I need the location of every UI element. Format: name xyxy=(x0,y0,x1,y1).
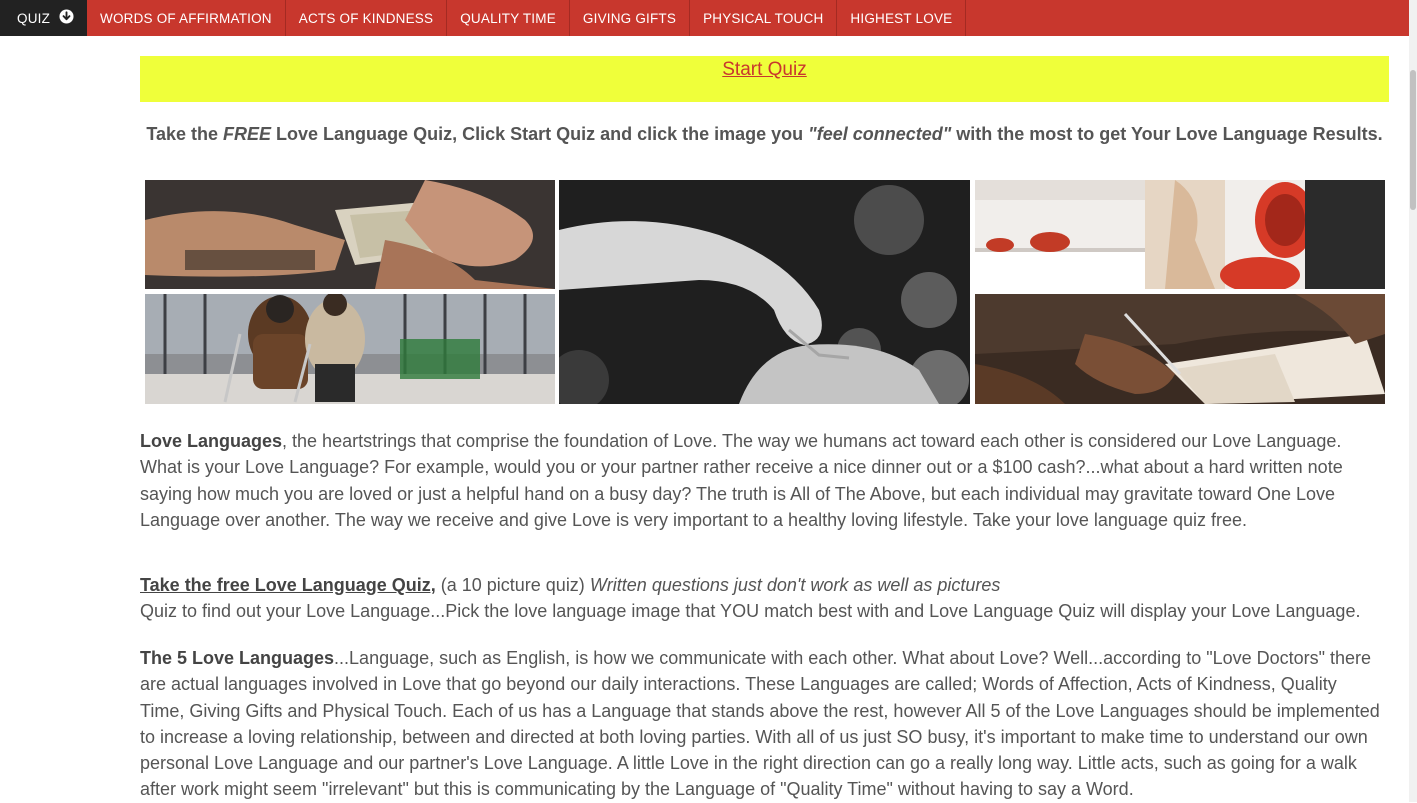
quiz-intro: Take the FREE Love Language Quiz, Click … xyxy=(140,124,1389,145)
paragraph-text: ...Language, such as English, is how we … xyxy=(140,648,1380,800)
nav-item-label: ACTS OF KINDNESS xyxy=(298,10,434,26)
nav-item-label: QUIZ xyxy=(17,10,51,26)
cooking-together-photo xyxy=(975,180,1385,289)
intro-text: Love Language Quiz, Click Start Quiz and… xyxy=(271,124,809,144)
nav-item-quality-time[interactable]: QUALITY TIME xyxy=(447,0,570,36)
nav-item-label: PHYSICAL TOUCH xyxy=(703,10,824,26)
nav-item-highest-love[interactable]: HIGHEST LOVE xyxy=(837,0,967,36)
paragraph-text: Quiz to find out your Love Language...Pi… xyxy=(140,601,1361,622)
take-free-quiz-link[interactable]: Take the free Love Language Quiz, xyxy=(140,575,436,595)
intro-text: with the most to get Your Love Language … xyxy=(951,124,1383,144)
paragraph-italic: Written questions just don't work as wel… xyxy=(589,575,1001,595)
five-love-languages-heading: The 5 Love Languages xyxy=(140,648,335,668)
intro-feel-connected: "feel connected" xyxy=(808,124,952,144)
top-nav: QUIZ WORDS OF AFFIRMATION ACTS OF KINDNE… xyxy=(0,0,1409,36)
intro-free: FREE xyxy=(223,124,272,144)
start-quiz-banner: Start Quiz xyxy=(140,56,1389,102)
nav-item-giving-gifts[interactable]: GIVING GIFTS xyxy=(570,0,691,36)
scrollbar-thumb[interactable] xyxy=(1410,70,1416,210)
nav-item-words-of-affirmation[interactable]: WORDS OF AFFIRMATION xyxy=(87,0,286,36)
love-languages-paragraph: Love Languages, the heartstrings that co… xyxy=(140,428,1380,533)
touching-hands-photo xyxy=(559,180,970,404)
nav-item-quiz[interactable]: QUIZ xyxy=(0,0,87,36)
circle-arrow-down-icon xyxy=(59,9,74,24)
nav-item-physical-touch[interactable]: PHYSICAL TOUCH xyxy=(690,0,838,36)
nav-item-label: HIGHEST LOVE xyxy=(850,10,953,26)
intro-text: Take the xyxy=(146,124,224,144)
page-scrollbar[interactable] xyxy=(1409,0,1417,802)
free-quiz-paragraph: Take the free Love Language Quiz, (a 10 … xyxy=(140,572,1380,625)
five-love-languages-paragraph: The 5 Love Languages...Language, such as… xyxy=(140,645,1380,803)
helping-man-on-crutches-photo xyxy=(145,294,555,404)
money-in-hands-photo xyxy=(145,180,555,289)
start-quiz-link[interactable]: Start Quiz xyxy=(722,59,806,81)
nav-item-label: QUALITY TIME xyxy=(460,10,556,26)
nav-item-label: WORDS OF AFFIRMATION xyxy=(100,10,272,26)
love-language-collage xyxy=(145,180,1385,404)
nav-item-acts-of-kindness[interactable]: ACTS OF KINDNESS xyxy=(286,0,448,36)
nav-item-label: GIVING GIFTS xyxy=(582,10,677,26)
paragraph-text: , the heartstrings that comprise the fou… xyxy=(140,431,1343,530)
handwritten-note-photo xyxy=(975,294,1385,404)
love-languages-heading: Love Languages xyxy=(140,431,283,451)
paragraph-text: (a 10 picture quiz) xyxy=(435,575,590,595)
